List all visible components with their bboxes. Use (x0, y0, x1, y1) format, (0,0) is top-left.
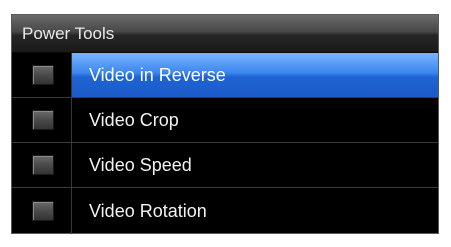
list-item-label: Video Crop (89, 109, 179, 130)
label-cell[interactable]: Video Speed (72, 143, 438, 187)
checkbox[interactable] (32, 155, 54, 175)
checkbox-cell (12, 98, 72, 142)
list-item-video-crop[interactable]: Video Crop (12, 98, 438, 143)
power-tools-panel: Power Tools Video in Reverse Video Crop … (11, 14, 439, 234)
label-cell[interactable]: Video Rotation (72, 188, 438, 234)
checkbox[interactable] (32, 110, 54, 130)
list-item-label: Video Rotation (89, 200, 207, 221)
checkbox[interactable] (32, 65, 54, 85)
list-item-video-rotation[interactable]: Video Rotation (12, 188, 438, 234)
checkbox-cell (12, 188, 72, 234)
tool-list: Video in Reverse Video Crop Video Speed (12, 53, 438, 234)
list-item-label: Video in Reverse (89, 64, 226, 85)
list-item-label: Video Speed (89, 154, 192, 175)
checkbox[interactable] (32, 201, 54, 221)
checkbox-cell (12, 53, 72, 97)
checkbox-cell (12, 143, 72, 187)
label-cell[interactable]: Video in Reverse (72, 53, 438, 97)
label-cell[interactable]: Video Crop (72, 98, 438, 142)
panel-title: Power Tools (22, 24, 115, 43)
panel-header: Power Tools (12, 15, 438, 53)
list-item-video-in-reverse[interactable]: Video in Reverse (12, 53, 438, 98)
list-item-video-speed[interactable]: Video Speed (12, 143, 438, 188)
